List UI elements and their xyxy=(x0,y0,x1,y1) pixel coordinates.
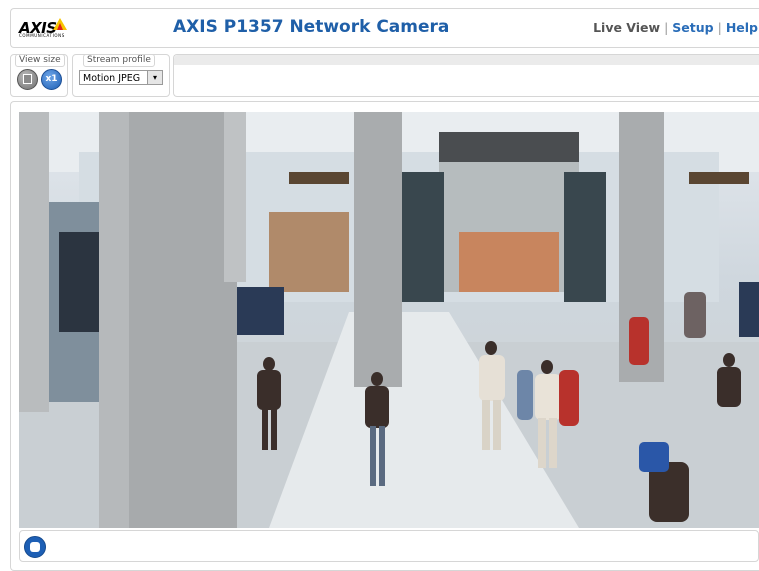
stream-profile-panel: Stream profile Motion JPEG ▾ xyxy=(72,54,170,97)
chevron-down-icon[interactable]: ▾ xyxy=(147,71,162,84)
nav-separator: | xyxy=(664,20,669,35)
stop-button[interactable] xyxy=(24,536,46,558)
fit-window-icon xyxy=(23,74,32,84)
stream-profile-value: Motion JPEG xyxy=(83,73,141,84)
camera-feed-image xyxy=(19,112,759,528)
view-size-panel: View size x1 xyxy=(10,54,68,97)
header-bar: AXIS COMMUNICATIONS AXIS P1357 Network C… xyxy=(10,8,759,48)
logo-subtext: COMMUNICATIONS xyxy=(19,33,65,38)
stream-profile-select[interactable]: Motion JPEG ▾ xyxy=(79,70,163,85)
page-title: AXIS P1357 Network Camera xyxy=(173,17,450,37)
nav-setup[interactable]: Setup xyxy=(672,20,713,35)
control-panel-header xyxy=(174,55,759,65)
top-nav: Live View | Setup | Help xyxy=(593,20,758,35)
logo-triangle-icon xyxy=(53,18,67,30)
control-panel xyxy=(173,54,759,97)
view-size-label: View size xyxy=(15,54,65,67)
fit-window-button[interactable] xyxy=(17,69,38,90)
nav-separator: | xyxy=(717,20,722,35)
live-video-feed[interactable] xyxy=(19,112,759,528)
nav-live-view[interactable]: Live View xyxy=(593,20,660,35)
stream-profile-label: Stream profile xyxy=(83,54,155,67)
nav-help[interactable]: Help xyxy=(726,20,758,35)
video-control-bar xyxy=(19,530,759,562)
stop-icon xyxy=(30,542,40,552)
axis-logo[interactable]: AXIS COMMUNICATIONS xyxy=(19,18,67,38)
actual-size-button[interactable]: x1 xyxy=(41,69,62,90)
